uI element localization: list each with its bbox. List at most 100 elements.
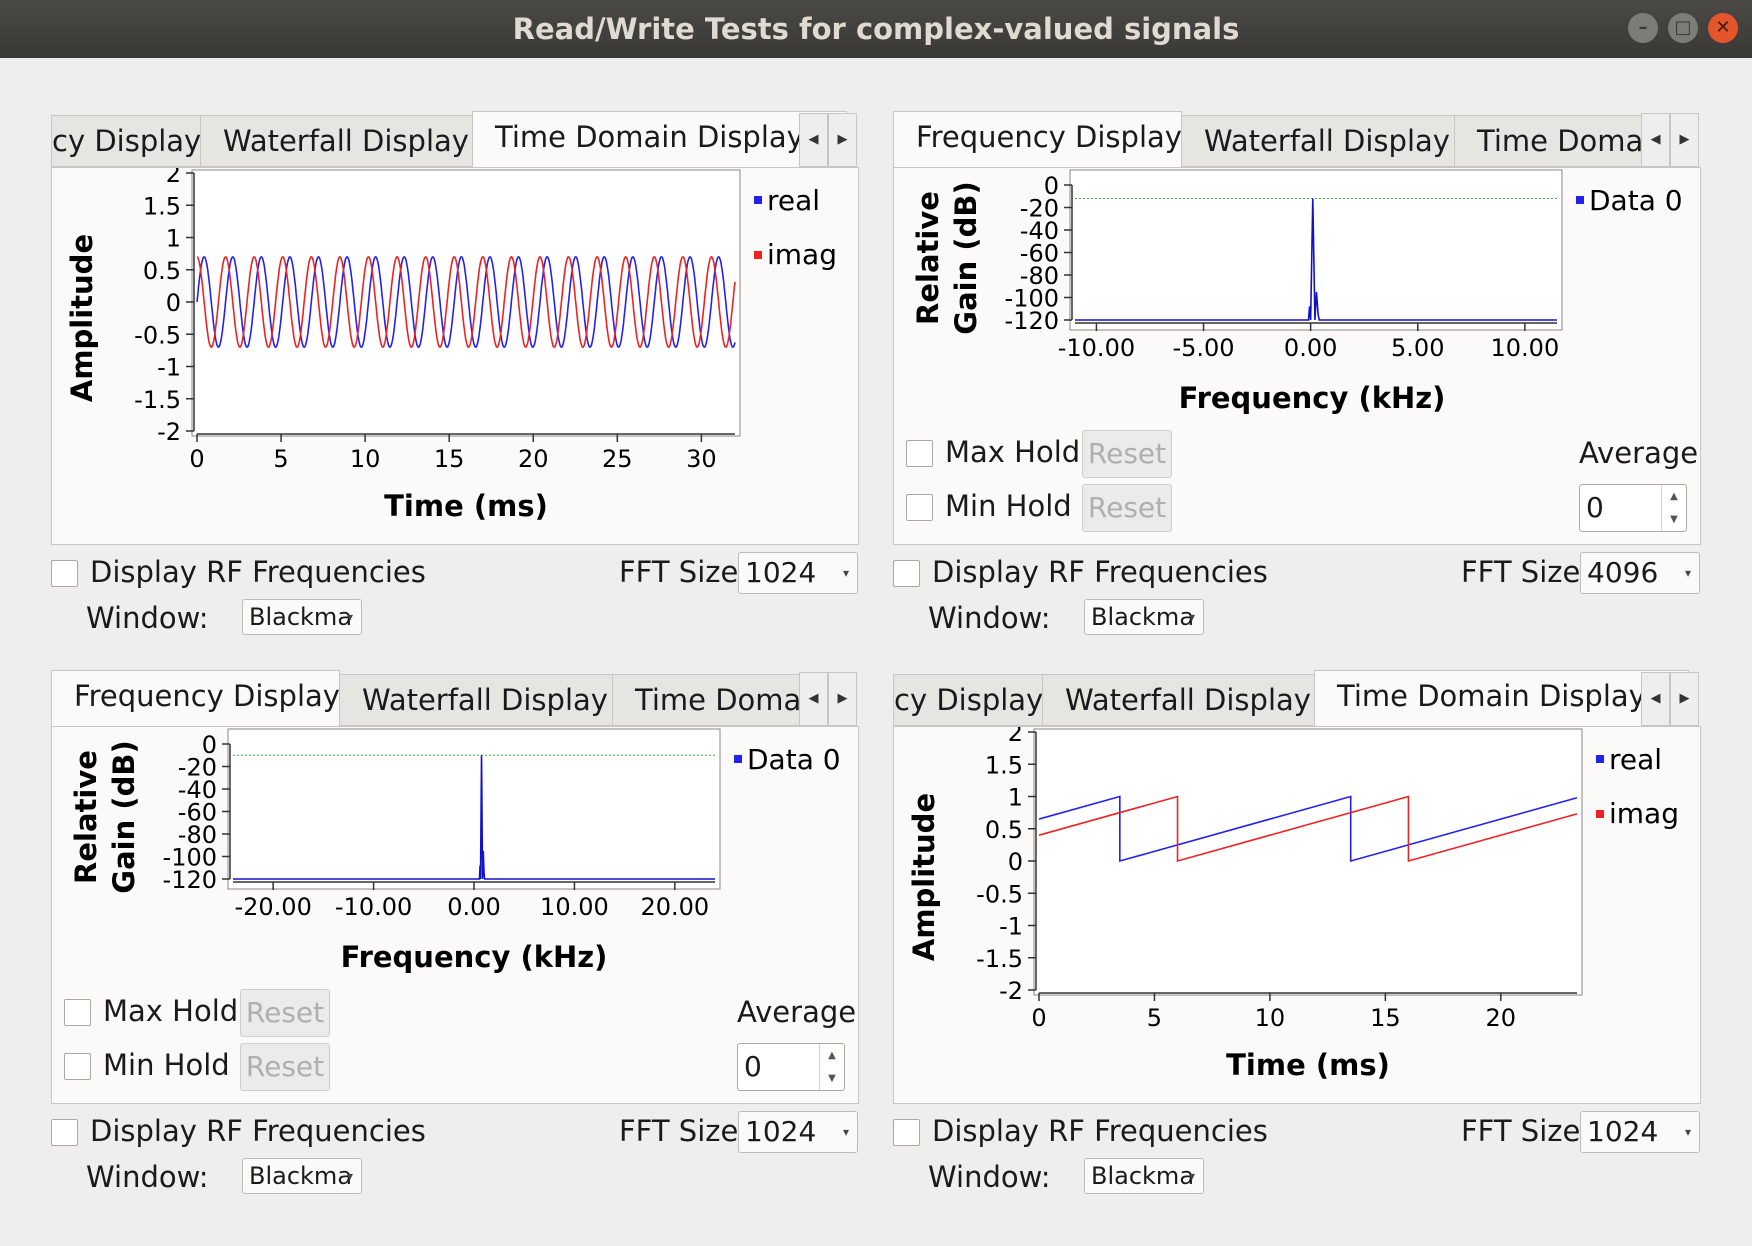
tab-frequency-display[interactable]: cy Display	[51, 115, 201, 167]
plot-canvas	[191, 169, 741, 437]
min-hold-reset-button[interactable]: Reset	[1082, 484, 1172, 532]
display-rf-label: Display RF Frequencies	[932, 555, 1268, 589]
window-label: Window:	[86, 601, 209, 635]
spin-up-icon[interactable]: ▲	[819, 1044, 844, 1067]
tab-time-domain-display[interactable]: Time Domain Display	[1314, 670, 1689, 726]
average-label: Average	[1579, 436, 1699, 470]
maximize-icon[interactable]: □	[1668, 13, 1698, 43]
window-select[interactable]: Blackma ▾	[1084, 599, 1204, 635]
y-tick-label: 1	[166, 225, 181, 253]
tab-waterfall-display[interactable]: Waterfall Display	[1042, 674, 1315, 726]
tab-time-domain-display[interactable]: Time Domai	[612, 674, 812, 726]
fft-size-select[interactable]: 4096 ▾	[1580, 552, 1700, 594]
y-tick-label: -1	[999, 913, 1023, 941]
window-select[interactable]: Blackma ▾	[242, 599, 362, 635]
window-value: Blackma	[1091, 1162, 1195, 1190]
minimize-icon[interactable]: –	[1628, 13, 1658, 43]
average-spinbox[interactable]: 0 ▲ ▼	[737, 1043, 845, 1091]
tab-waterfall-display[interactable]: Waterfall Display	[1181, 115, 1455, 167]
display-rf-checkbox[interactable]	[893, 1119, 920, 1146]
tab-waterfall-display[interactable]: Waterfall Display	[339, 674, 613, 726]
x-tick-label: 20	[1486, 1004, 1517, 1032]
legend-swatch	[1596, 755, 1604, 763]
max-hold-checkbox[interactable]	[906, 440, 933, 467]
window-title: Read/Write Tests for complex-valued sign…	[512, 12, 1240, 46]
max-hold-label: Max Hold	[945, 435, 1081, 469]
tab-scroll-right-icon[interactable]: ▶	[1670, 113, 1699, 167]
tab-scroll-left-icon[interactable]: ◀	[799, 672, 828, 726]
min-hold-reset-button[interactable]: Reset	[240, 1043, 330, 1091]
tab-time-domain-display[interactable]: Time Domain Display	[472, 111, 847, 167]
tab-scroll-right-icon[interactable]: ▶	[1670, 672, 1699, 726]
frequency-plot: 0-20-40-60-80-100-120 -10.00 -5.00 0.00 5.0…	[911, 169, 1683, 415]
time-domain-panel: 2 1.5 1 0.5 0 -0.5 -1 -1.5 -2 0 5 10 15 20 Amplitude…	[893, 726, 1701, 1104]
tab-scroll-right-icon[interactable]: ▶	[828, 113, 857, 167]
fft-size-select[interactable]: 1024 ▾	[738, 552, 858, 594]
frequency-panel: 0 -20 -40 -60 -80 -100 -120 -20.00 -10.00 0.00 10…	[51, 726, 859, 1104]
x-tick-label: 0.00	[1284, 334, 1337, 362]
display-rf-label: Display RF Frequencies	[90, 555, 426, 589]
max-hold-label: Max Hold	[103, 994, 239, 1028]
min-hold-label: Min Hold	[103, 1048, 230, 1082]
y-axis-label-line1: Relative	[69, 750, 103, 884]
tab-waterfall-display[interactable]: Waterfall Display	[200, 115, 473, 167]
close-icon[interactable]: ✕	[1708, 13, 1738, 43]
legend-swatch	[734, 755, 742, 763]
fft-size-select[interactable]: 1024 ▾	[738, 1111, 858, 1153]
display-rf-checkbox[interactable]	[893, 560, 920, 587]
display-rf-checkbox[interactable]	[51, 1119, 78, 1146]
min-hold-checkbox[interactable]	[906, 494, 933, 521]
y-tick-label: 1.5	[143, 192, 181, 220]
y-axis: 2 1.5 1 0.5 0 -0.5 -1 -1.5 -2	[134, 168, 195, 446]
tab-time-domain-display[interactable]: Time Domai	[1454, 115, 1654, 167]
tab-scroll-left-icon[interactable]: ◀	[1641, 672, 1670, 726]
display-rf-checkbox[interactable]	[51, 560, 78, 587]
window-label: Window:	[928, 1160, 1051, 1194]
fft-size-select[interactable]: 1024 ▾	[1580, 1111, 1700, 1153]
time-domain-plot: 2 1.5 1 0.5 0 -0.5 -1 -1.5 -2 0 5 10 15 20 25 30 Ampli…	[65, 168, 837, 523]
spin-up-icon[interactable]: ▲	[1661, 485, 1686, 508]
x-tick-label: -10.00	[335, 893, 412, 921]
tab-scroll-right-icon[interactable]: ▶	[828, 672, 857, 726]
x-axis-label: Frequency (kHz)	[341, 940, 608, 974]
legend-swatch	[754, 196, 762, 204]
dropdown-icon: ▾	[1684, 1125, 1691, 1139]
x-axis-label: Frequency (kHz)	[1179, 381, 1446, 415]
tab-frequency-display[interactable]: cy Display	[893, 674, 1043, 726]
time-display-tabs-top-left: cy Display Waterfall Display Time Domain…	[51, 111, 859, 545]
max-hold-reset-button[interactable]: Reset	[240, 989, 330, 1037]
legend-real: real	[1609, 743, 1662, 776]
min-hold-checkbox[interactable]	[64, 1053, 91, 1080]
tab-scroll-left-icon[interactable]: ◀	[799, 113, 828, 167]
tab-frequency-display[interactable]: Frequency Display	[893, 111, 1182, 167]
fft-size-label: FFT Size:	[619, 1114, 749, 1148]
plot-canvas	[1033, 728, 1583, 996]
x-tick-label: 20.00	[640, 893, 709, 921]
time-domain-panel: 2 1.5 1 0.5 0 -0.5 -1 -1.5 -2 0 5 10 15 20 25 30 Ampli…	[51, 167, 859, 545]
fft-size-label: FFT Size:	[619, 555, 749, 589]
window-select[interactable]: Blackma ▾	[1084, 1158, 1204, 1194]
legend-imag: imag	[1609, 797, 1679, 830]
average-spinbox[interactable]: 0 ▲ ▼	[1579, 484, 1687, 532]
min-hold-label: Min Hold	[945, 489, 1072, 523]
spin-down-icon[interactable]: ▼	[819, 1067, 844, 1090]
x-tick-label: 10.00	[540, 893, 609, 921]
x-tick-label: -5.00	[1172, 334, 1234, 362]
tab-bar: Frequency Display Waterfall Display Time…	[51, 670, 859, 726]
tab-scroll-left-icon[interactable]: ◀	[1641, 113, 1670, 167]
window-select[interactable]: Blackma ▾	[242, 1158, 362, 1194]
x-tick-label: 5	[1147, 1004, 1162, 1032]
frequency-display-tabs-bottom-left: Frequency Display Waterfall Display Time…	[51, 670, 859, 1104]
window-value: Blackma	[249, 1162, 353, 1190]
x-tick-label: 0	[189, 445, 204, 473]
y-tick-label: -1.5	[976, 945, 1023, 973]
max-hold-checkbox[interactable]	[64, 999, 91, 1026]
x-tick-label: 5	[273, 445, 288, 473]
window-value: Blackma	[1091, 603, 1195, 631]
max-hold-reset-button[interactable]: Reset	[1082, 430, 1172, 478]
time-domain-plot: 2 1.5 1 0.5 0 -0.5 -1 -1.5 -2 0 5 10 15 20 Amplitude…	[907, 727, 1679, 1082]
x-tick-label: 25	[602, 445, 633, 473]
spin-down-icon[interactable]: ▼	[1661, 508, 1686, 531]
dropdown-icon: ▾	[842, 1125, 849, 1139]
tab-frequency-display[interactable]: Frequency Display	[51, 670, 340, 726]
